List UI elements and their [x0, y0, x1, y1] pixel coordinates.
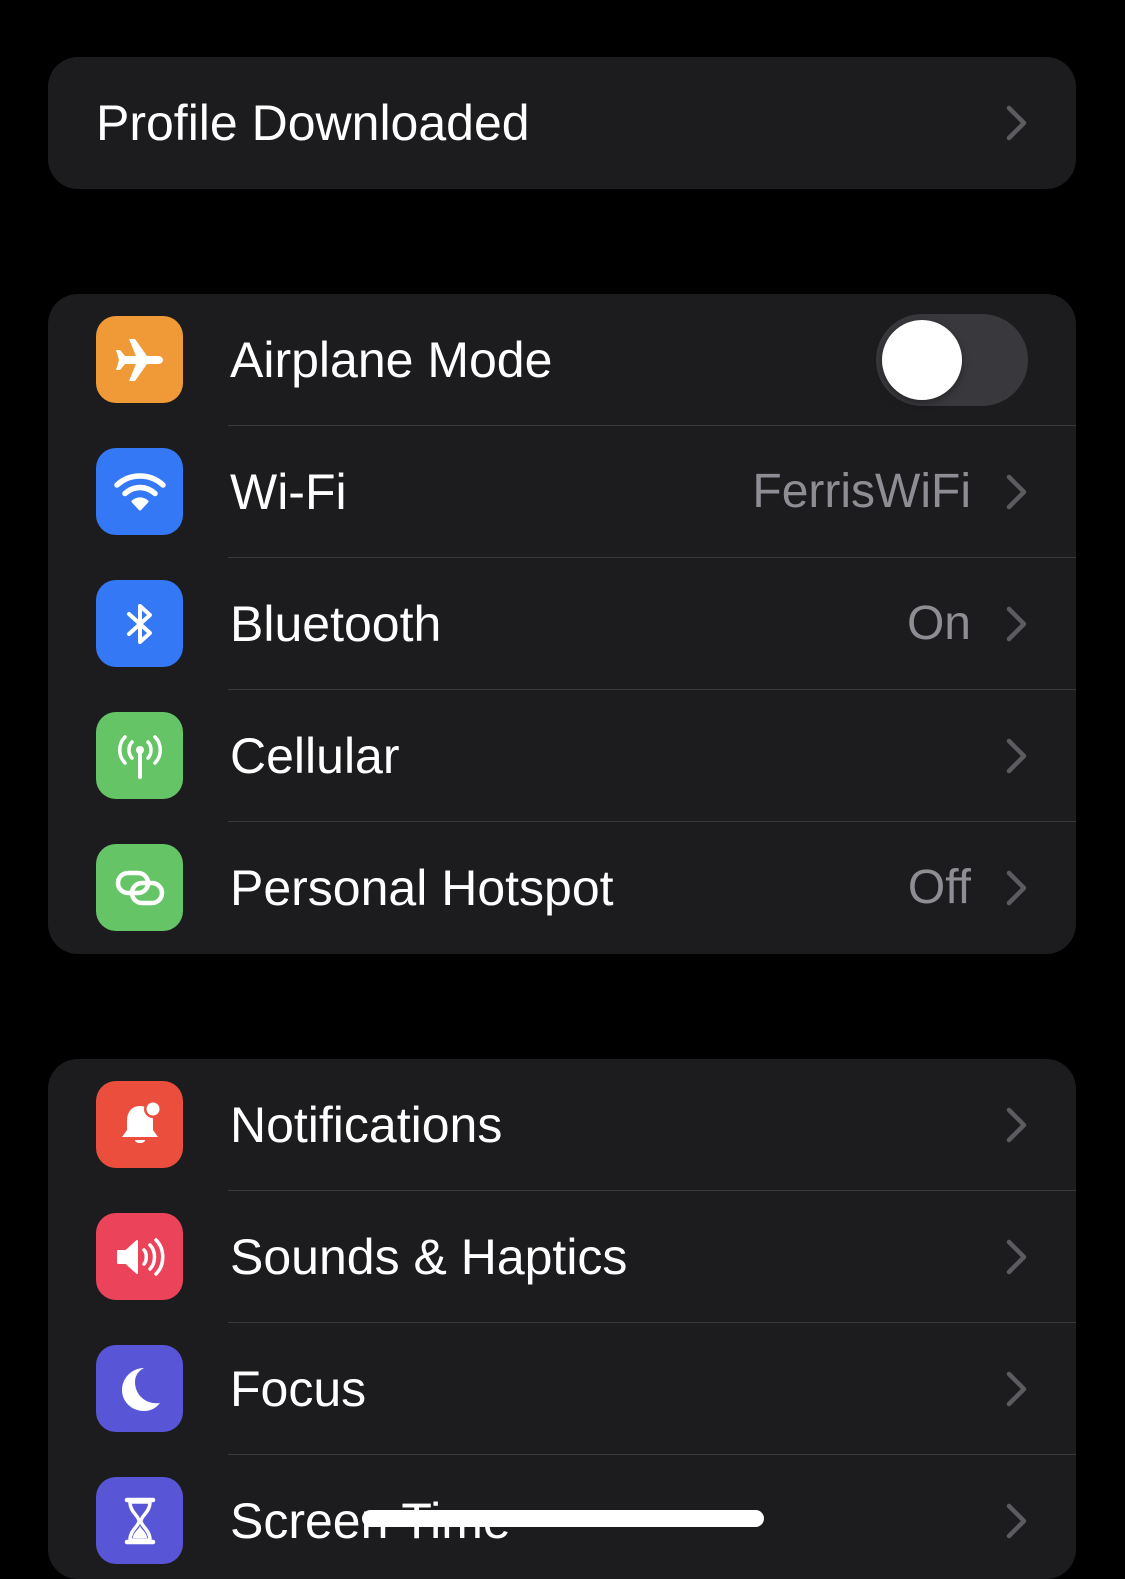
profile-downloaded-row[interactable]: Profile Downloaded	[48, 57, 1076, 189]
moon-icon	[96, 1345, 183, 1432]
focus-label: Focus	[230, 1361, 367, 1417]
bluetooth-label: Bluetooth	[230, 596, 442, 652]
notifications-row[interactable]: Notifications	[48, 1059, 1076, 1191]
toggle-knob	[882, 320, 962, 400]
wifi-row[interactable]: Wi-Fi FerrisWiFi	[48, 426, 1076, 558]
sounds-haptics-row[interactable]: Sounds & Haptics	[48, 1191, 1076, 1323]
profile-group: Profile Downloaded	[48, 57, 1076, 189]
wifi-network-value: FerrisWiFi	[752, 465, 971, 518]
bluetooth-status-value: On	[906, 597, 971, 650]
personal-hotspot-value: Off	[907, 861, 971, 914]
chevron-right-icon	[1006, 738, 1027, 774]
bluetooth-row[interactable]: Bluetooth On	[48, 558, 1076, 690]
personal-hotspot-label: Personal Hotspot	[230, 860, 614, 916]
chevron-right-icon	[1006, 105, 1027, 141]
sounds-haptics-label: Sounds & Haptics	[230, 1229, 628, 1285]
airplane-mode-row: Airplane Mode	[48, 294, 1076, 426]
profile-downloaded-label: Profile Downloaded	[96, 95, 530, 151]
wifi-icon	[96, 448, 183, 535]
chevron-right-icon	[1006, 1371, 1027, 1407]
personal-hotspot-row[interactable]: Personal Hotspot Off	[48, 822, 1076, 954]
airplane-icon	[96, 316, 183, 403]
notifications-label: Notifications	[230, 1097, 503, 1153]
cellular-label: Cellular	[230, 728, 400, 784]
airplane-mode-label: Airplane Mode	[230, 332, 553, 388]
wifi-label: Wi-Fi	[230, 464, 347, 520]
general-group: Notifications Sounds & Haptics Focus Scr…	[48, 1059, 1076, 1579]
focus-row[interactable]: Focus	[48, 1323, 1076, 1455]
home-indicator[interactable]	[362, 1510, 764, 1527]
bell-badge-icon	[96, 1081, 183, 1168]
chevron-right-icon	[1006, 606, 1027, 642]
link-chain-icon	[96, 844, 183, 931]
chevron-right-icon	[1006, 870, 1027, 906]
chevron-right-icon	[1006, 1107, 1027, 1143]
cellular-row[interactable]: Cellular	[48, 690, 1076, 822]
chevron-right-icon	[1006, 1239, 1027, 1275]
connectivity-group: Airplane Mode Wi-Fi FerrisWiFi Bluetooth…	[48, 294, 1076, 954]
airplane-mode-toggle[interactable]	[876, 314, 1028, 406]
chevron-right-icon	[1006, 1503, 1027, 1539]
chevron-right-icon	[1006, 474, 1027, 510]
antenna-icon	[96, 712, 183, 799]
bluetooth-icon	[96, 580, 183, 667]
speaker-wave-icon	[96, 1213, 183, 1300]
